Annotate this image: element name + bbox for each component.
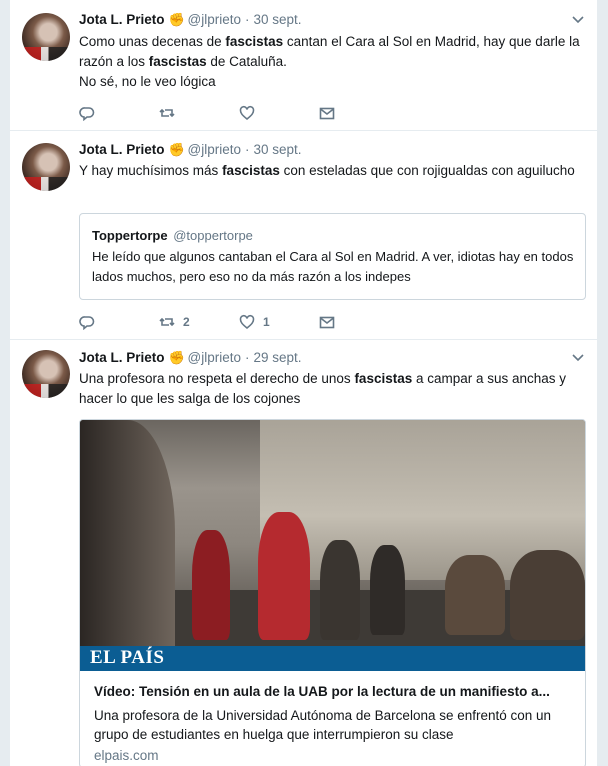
avatar[interactable] [22, 143, 70, 191]
retweet-icon [159, 108, 175, 118]
timestamp[interactable]: 30 sept. [254, 12, 302, 27]
timestamp[interactable]: 30 sept. [254, 142, 302, 157]
reply-button[interactable] [79, 105, 159, 121]
heart-icon [239, 105, 255, 121]
envelope-icon [319, 107, 335, 120]
timestamp[interactable]: 29 sept. [254, 350, 302, 365]
tweet-actions: 2 1 [79, 312, 399, 332]
like-count: 1 [263, 315, 270, 329]
user-handle[interactable]: @jlprieto [188, 142, 241, 157]
heart-icon [239, 314, 255, 330]
text-segment: Y hay muchísimos más [79, 163, 223, 178]
like-button[interactable]: 1 [239, 314, 319, 330]
separator: · [245, 350, 250, 365]
dm-button[interactable] [319, 314, 399, 330]
separator: · [245, 142, 250, 157]
tweet-header: Jota L. Prieto ✊ @jlprieto · 30 sept. [79, 12, 302, 27]
tweet[interactable]: Jota L. Prieto ✊ @jlprieto · 30 sept. Co… [10, 0, 597, 131]
tweet[interactable]: Jota L. Prieto ✊ @jlprieto · 30 sept. Y … [10, 131, 597, 340]
link-card[interactable]: EL PAÍS Vídeo: Tensión en un aula de la … [79, 419, 586, 766]
reply-icon [79, 107, 95, 121]
envelope-icon [319, 316, 335, 329]
quote-text: He leído que algunos cantaban el Cara al… [92, 249, 574, 284]
user-name[interactable]: Jota L. Prieto [79, 12, 165, 27]
card-image-figure [320, 540, 360, 640]
tweet-text: Una profesora no respeta el derecho de u… [79, 369, 589, 409]
card-image-figure [510, 550, 585, 640]
retweet-icon [159, 317, 175, 327]
quote-user-name: Toppertorpe [92, 228, 168, 243]
card-image[interactable] [80, 420, 585, 646]
tweet-header: Jota L. Prieto ✊ @jlprieto · 29 sept. [79, 350, 302, 365]
card-image-figure [370, 545, 405, 635]
chevron-down-icon[interactable] [571, 353, 585, 367]
chevron-down-icon[interactable] [571, 15, 585, 29]
fist-icon: ✊ [168, 350, 185, 365]
retweet-button[interactable] [159, 105, 239, 121]
quote-header: Toppertorpe @toppertorpe [92, 228, 253, 243]
fist-icon: ✊ [168, 142, 185, 157]
reply-button[interactable] [79, 314, 159, 330]
quoted-tweet[interactable]: Toppertorpe @toppertorpe He leído que al… [79, 213, 586, 300]
text-segment: Como unas decenas de [79, 34, 226, 49]
text-bold: fascistas [222, 163, 280, 178]
text-bold: fascistas [225, 34, 284, 49]
text-bold: fascistas [354, 371, 413, 386]
quote-user-handle: @toppertorpe [173, 228, 253, 243]
avatar[interactable] [22, 13, 70, 61]
text-segment: con esteladas que con rojigualdas con ag… [279, 163, 575, 178]
elpais-logo: EL PAÍS [90, 647, 165, 668]
user-name[interactable]: Jota L. Prieto [79, 142, 165, 157]
card-image-figure [258, 512, 310, 640]
retweet-count: 2 [183, 315, 190, 329]
timeline: Jota L. Prieto ✊ @jlprieto · 30 sept. Co… [10, 0, 597, 766]
card-image-figure [445, 555, 505, 635]
text-segment: No sé, no le veo lógica [79, 74, 216, 89]
tweet-text: Y hay muchísimos más fascistas con estel… [79, 161, 589, 181]
card-title: Vídeo: Tensión en un aula de la UAB por … [94, 684, 550, 699]
card-description: Una profesora de la Universidad Autónoma… [94, 708, 552, 742]
user-handle[interactable]: @jlprieto [188, 350, 241, 365]
text-segment: Una profesora no respeta el derecho de u… [79, 371, 355, 386]
card-image-figure [80, 420, 175, 646]
dm-button[interactable] [319, 105, 399, 121]
reply-icon [79, 316, 95, 330]
user-name[interactable]: Jota L. Prieto [79, 350, 165, 365]
tweet-actions [79, 103, 399, 123]
separator: · [245, 12, 250, 27]
tweet[interactable]: Jota L. Prieto ✊ @jlprieto · 29 sept. Un… [10, 340, 597, 766]
tweet-header: Jota L. Prieto ✊ @jlprieto · 30 sept. [79, 142, 302, 157]
text-segment: de Cataluña. [206, 54, 287, 69]
text-bold: fascistas [148, 54, 207, 69]
tweet-text: Como unas decenas de fascistas cantan el… [79, 32, 589, 92]
card-body[interactable]: Vídeo: Tensión en un aula de la UAB por … [80, 672, 585, 766]
avatar[interactable] [22, 350, 70, 398]
user-handle[interactable]: @jlprieto [188, 12, 241, 27]
retweet-button[interactable]: 2 [159, 314, 239, 330]
card-domain: elpais.com [94, 748, 159, 763]
fist-icon: ✊ [168, 12, 185, 27]
like-button[interactable] [239, 105, 319, 121]
card-image-figure [192, 530, 230, 640]
